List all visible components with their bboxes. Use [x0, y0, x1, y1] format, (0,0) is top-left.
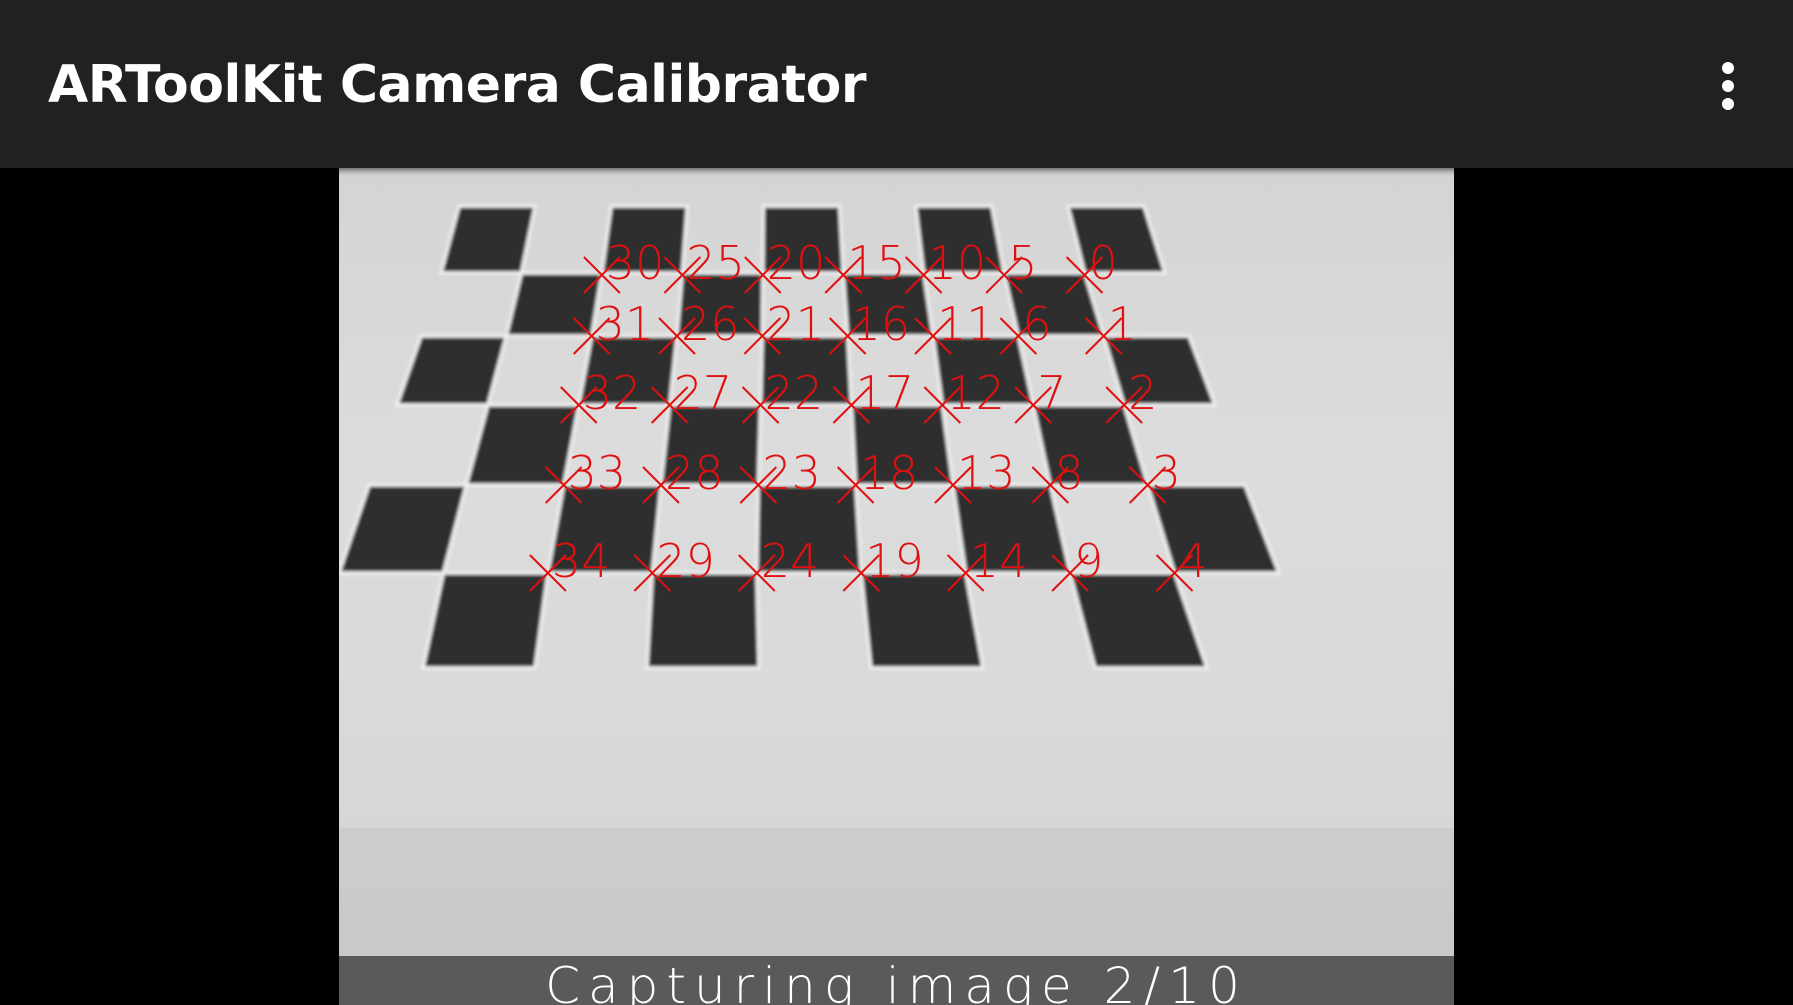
corner-label: 19: [865, 534, 924, 588]
content-area: 0 1 2 3 4 5 6 7 8 9 10 11 12 13 14 15 16 17 18 19 20 21 22 23 24…: [0, 168, 1793, 1005]
corner-label: 6: [1022, 297, 1051, 351]
corner-label: 28: [665, 446, 724, 500]
board-square: [421, 571, 550, 670]
corner-label: 16: [852, 297, 911, 351]
corner-label: 25: [686, 236, 745, 290]
corner-label: 10: [928, 236, 987, 290]
calibration-image: 0123456789101112131415161718192021222324…: [339, 168, 1454, 1005]
corner-label: 21: [766, 297, 825, 351]
corner-label: 2: [1128, 366, 1157, 420]
corner-label: 27: [674, 366, 733, 420]
board-square: [504, 271, 604, 338]
corner-label: 0: [1089, 236, 1118, 290]
corner-label: 12: [946, 366, 1005, 420]
corner-label: 14: [970, 534, 1029, 588]
corner-label: 29: [656, 534, 715, 588]
corner-label: 20: [767, 236, 826, 290]
corner-label: 22: [765, 366, 824, 420]
board-square: [439, 204, 537, 275]
corner-label: 31: [596, 297, 655, 351]
status-text: Capturing image 2/10: [545, 957, 1248, 1005]
corner-label: 7: [1037, 366, 1066, 420]
overflow-menu-button[interactable]: [1700, 48, 1756, 122]
corner-label: 26: [681, 297, 740, 351]
corner-label: 23: [762, 446, 821, 500]
corner-label: 5: [1008, 236, 1037, 290]
corner-label: 18: [860, 446, 919, 500]
corner-label: 11: [937, 297, 996, 351]
corner-label: 4: [1179, 534, 1208, 588]
corner-label: 15: [847, 236, 906, 290]
board-square: [464, 403, 581, 487]
corner-label: 17: [855, 366, 914, 420]
corner-label: 1: [1108, 297, 1137, 351]
corner-label: 33: [568, 446, 627, 500]
corner-label: 32: [583, 366, 642, 420]
corner-label: 13: [957, 446, 1016, 500]
corner-label: 34: [552, 534, 611, 588]
corner-label: 3: [1152, 446, 1181, 500]
corner-label: 9: [1074, 534, 1103, 588]
corner-label: 8: [1054, 446, 1083, 500]
app-bar: ARToolKit Camera Calibrator: [0, 0, 1793, 168]
status-bar: Capturing image 2/10: [339, 956, 1454, 1005]
camera-preview[interactable]: 0 1 2 3 4 5 6 7 8 9 10 11 12 13 14 15 16 17 18 19 20 21 22 23 24…: [339, 168, 1454, 1005]
app-title: ARToolKit Camera Calibrator: [48, 55, 867, 115]
corner-label: 24: [761, 534, 820, 588]
corner-label: 30: [606, 236, 665, 290]
